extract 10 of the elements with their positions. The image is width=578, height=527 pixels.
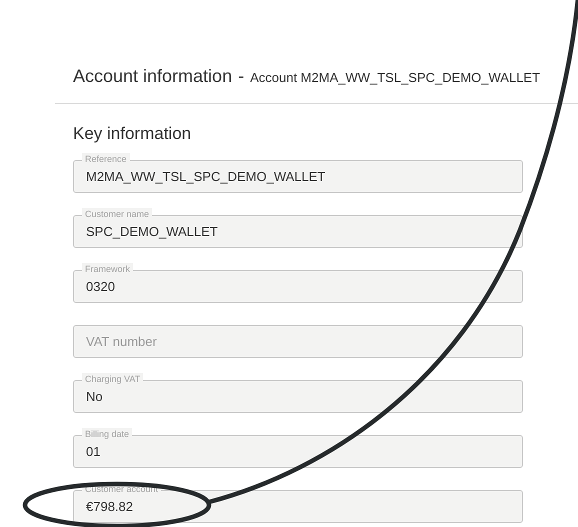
field-label: Billing date <box>82 428 132 440</box>
field-label: Framework <box>82 263 134 275</box>
title-separator: - <box>238 65 244 88</box>
page-title: Account information <box>73 65 232 88</box>
text-field[interactable]: VAT number <box>73 325 523 358</box>
page-subtitle: Account M2MA_WW_TSL_SPC_DEMO_WALLET <box>250 69 540 87</box>
section-title: Key information <box>73 123 192 145</box>
field-label: Reference <box>82 153 130 165</box>
field-label: Charging VAT <box>82 373 144 385</box>
field-label: Customer name <box>82 208 152 220</box>
